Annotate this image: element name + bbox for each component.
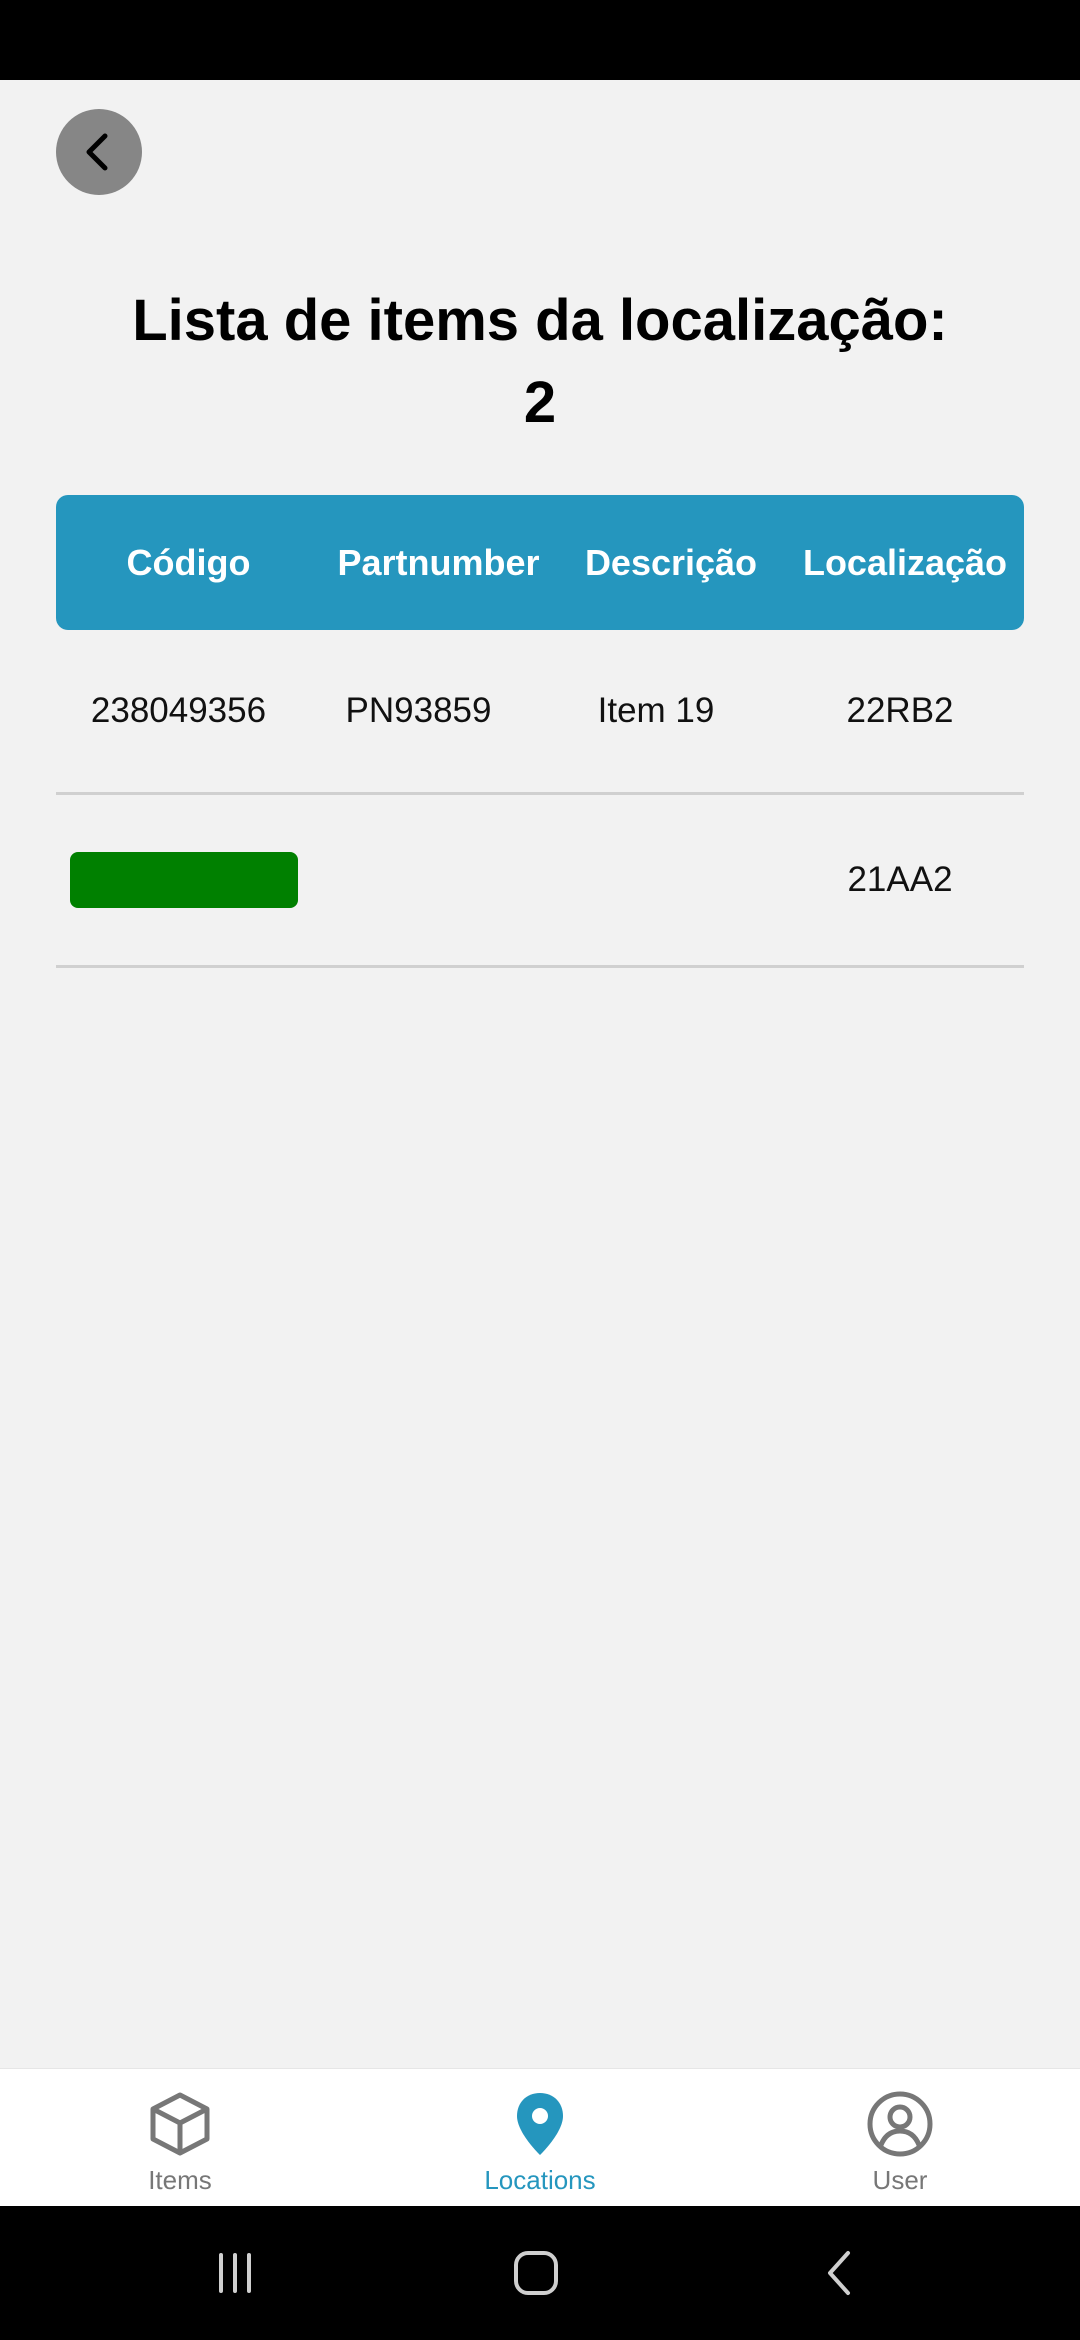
header-codigo[interactable]: Código <box>56 495 321 630</box>
nav-item-locations[interactable]: Locations <box>390 2069 690 2207</box>
nav-label-locations: Locations <box>484 2165 596 2195</box>
cell-localizacao: 22RB2 <box>846 691 954 730</box>
location-number: 2 <box>523 370 557 435</box>
cell-partnumber <box>301 795 536 965</box>
table-row[interactable]: 238049356 PN93859 Item 19 22RB2 <box>56 630 1024 795</box>
system-navigation-bar <box>0 2206 1080 2340</box>
nav-label-user: User <box>872 2165 928 2195</box>
table-row[interactable]: 21AA2 <box>56 795 1024 968</box>
page-title-text: Lista de items da localização: <box>132 288 948 353</box>
user-circle-icon <box>867 2091 933 2157</box>
cube-icon <box>150 2092 210 2156</box>
row-marker-bar <box>70 852 298 908</box>
chevron-left-icon <box>86 133 108 171</box>
header-partnumber[interactable]: Partnumber <box>321 495 556 630</box>
cell-codigo: 238049356 <box>90 691 267 730</box>
back-button[interactable] <box>56 109 142 195</box>
system-back-button[interactable] <box>760 2206 920 2340</box>
recent-apps-button[interactable] <box>155 2206 315 2340</box>
home-icon <box>514 2251 558 2295</box>
nav-item-user[interactable]: User <box>750 2069 1050 2207</box>
nav-label-items: Items <box>148 2165 212 2195</box>
table-header: Código Partnumber Descrição Localização <box>56 495 1024 630</box>
cell-localizacao: 21AA2 <box>847 860 953 899</box>
map-pin-icon <box>517 2093 563 2155</box>
recent-apps-icon <box>219 2253 251 2293</box>
bottom-nav: Items Locations User <box>0 2068 1080 2207</box>
screen: Lista de items da localização: 2 Código … <box>0 80 1080 2068</box>
cell-descricao: Item 19 <box>597 691 715 730</box>
status-bar <box>0 0 1080 80</box>
home-button[interactable] <box>456 2206 616 2340</box>
page-title: Lista de items da localização: 2 <box>0 280 1080 444</box>
cell-partnumber: PN93859 <box>345 691 492 730</box>
nav-item-items[interactable]: Items <box>30 2069 330 2207</box>
cell-descricao <box>536 795 776 965</box>
system-back-icon <box>828 2251 850 2295</box>
header-descricao[interactable]: Descrição <box>556 495 786 630</box>
header-localizacao[interactable]: Localização <box>786 495 1024 630</box>
